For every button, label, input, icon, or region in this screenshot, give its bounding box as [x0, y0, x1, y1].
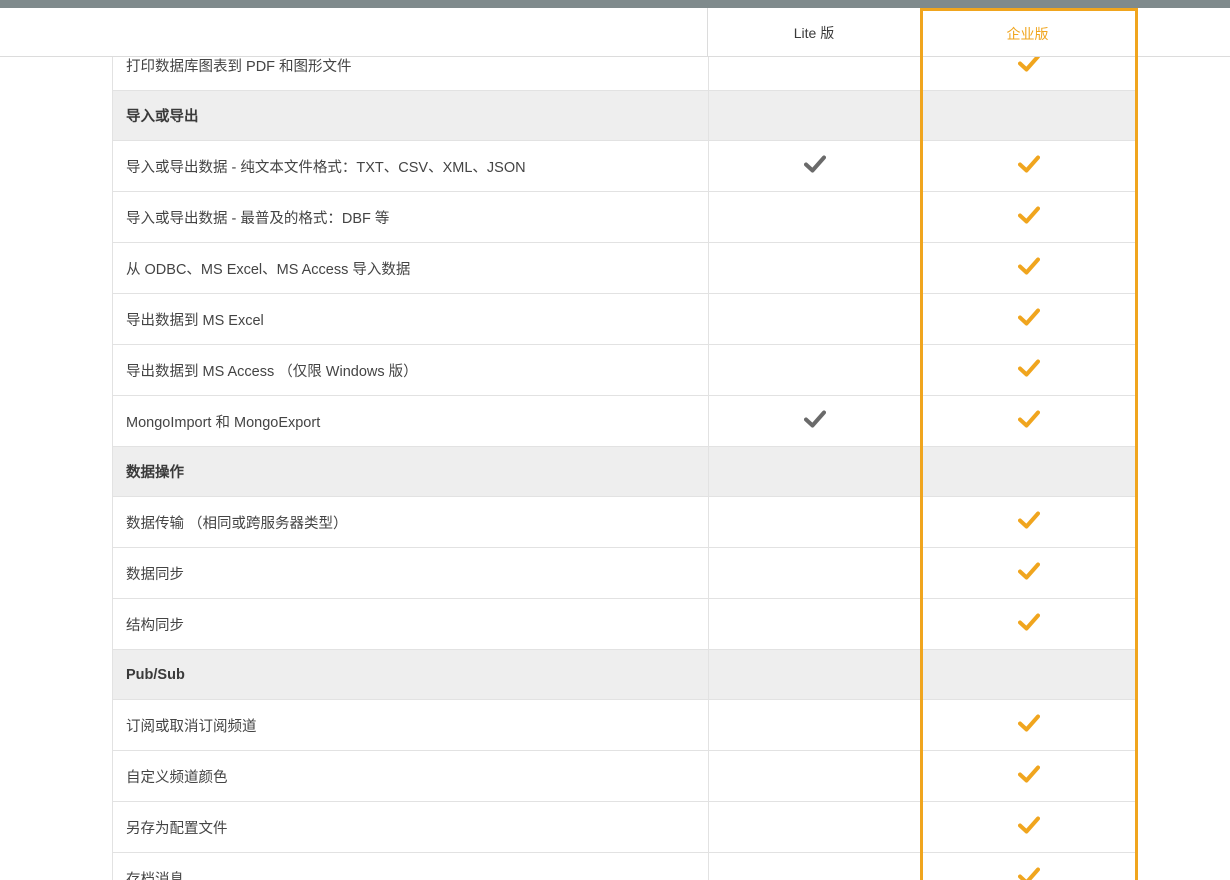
lite-cell — [708, 91, 921, 140]
feature-row: 订阅或取消订阅频道 — [112, 700, 1135, 751]
enterprise-cell — [921, 853, 1135, 880]
lite-cell — [708, 853, 921, 880]
enterprise-cell — [921, 141, 1135, 191]
feature-comparison-table: 打印数据库图表到 PDF 和图形文件 导入或导出 导入或导出数据 - 纯文本文件格式… — [112, 40, 1135, 880]
section-row: 数据操作 — [112, 447, 1135, 497]
enterprise-check-icon — [1017, 359, 1040, 377]
section-title: 导入或导出 — [126, 109, 199, 125]
feature-label: 结构同步 — [126, 617, 184, 634]
feature-row: 从 ODBC、MS Excel、MS Access 导入数据 — [112, 243, 1135, 294]
section-title: Pub/Sub — [126, 666, 185, 683]
lite-cell — [708, 243, 921, 293]
feature-row: 导入或导出数据 - 最普及的格式：DBF 等 — [112, 192, 1135, 243]
feature-label: 导出数据到 MS Excel — [126, 312, 264, 329]
enterprise-cell — [921, 447, 1135, 496]
feature-row: 存档消息 — [112, 853, 1135, 880]
feature-label: 导入或导出数据 - 纯文本文件格式：TXT、CSV、XML、JSON — [126, 159, 526, 176]
feature-row: 数据传输 （相同或跨服务器类型） — [112, 497, 1135, 548]
enterprise-check-icon — [1017, 155, 1040, 173]
column-header-lite: Lite 版 — [707, 8, 920, 57]
feature-row: 导出数据到 MS Access （仅限 Windows 版） — [112, 345, 1135, 396]
lite-cell — [708, 345, 921, 395]
feature-row: 另存为配置文件 — [112, 802, 1135, 853]
feature-row: MongoImport 和 MongoExport — [112, 396, 1135, 447]
lite-cell — [708, 599, 921, 649]
top-bar — [0, 0, 1230, 8]
feature-label: 数据同步 — [126, 566, 184, 583]
lite-cell — [708, 447, 921, 496]
lite-check-icon — [804, 155, 826, 173]
enterprise-check-icon — [1017, 257, 1040, 275]
feature-label: 订阅或取消订阅频道 — [126, 718, 257, 735]
enterprise-check-icon — [1017, 308, 1040, 326]
feature-label: 导出数据到 MS Access （仅限 Windows 版） — [126, 363, 418, 380]
section-row: Pub/Sub — [112, 650, 1135, 700]
enterprise-cell — [921, 599, 1135, 649]
feature-row: 导入或导出数据 - 纯文本文件格式：TXT、CSV、XML、JSON — [112, 141, 1135, 192]
enterprise-check-icon — [1017, 410, 1040, 428]
feature-label: 数据传输 （相同或跨服务器类型） — [126, 515, 348, 532]
enterprise-cell — [921, 751, 1135, 801]
lite-cell — [708, 141, 921, 191]
enterprise-check-icon — [1017, 511, 1040, 529]
lite-cell — [708, 294, 921, 344]
enterprise-check-icon — [1017, 562, 1040, 580]
enterprise-cell — [921, 650, 1135, 699]
column-header-enterprise: 企业版 — [1006, 26, 1049, 42]
feature-label: 另存为配置文件 — [126, 820, 228, 837]
enterprise-cell — [921, 345, 1135, 395]
enterprise-cell — [921, 294, 1135, 344]
feature-label: MongoImport 和 MongoExport — [126, 414, 321, 431]
lite-cell — [708, 700, 921, 750]
enterprise-cell — [921, 243, 1135, 293]
enterprise-check-icon — [1017, 613, 1040, 631]
enterprise-cell — [921, 396, 1135, 446]
enterprise-cell — [921, 192, 1135, 242]
enterprise-check-icon — [1017, 765, 1040, 783]
feature-row: 数据同步 — [112, 548, 1135, 599]
feature-row: 自定义频道颜色 — [112, 751, 1135, 802]
lite-cell — [708, 396, 921, 446]
lite-cell — [708, 497, 921, 547]
enterprise-cell — [921, 91, 1135, 140]
lite-cell — [708, 751, 921, 801]
feature-row: 导出数据到 MS Excel — [112, 294, 1135, 345]
enterprise-cell — [921, 700, 1135, 750]
lite-cell — [708, 192, 921, 242]
feature-label: 导入或导出数据 - 最普及的格式：DBF 等 — [126, 210, 390, 227]
enterprise-check-icon — [1017, 816, 1040, 834]
feature-label: 存档消息 — [126, 871, 184, 880]
feature-label: 自定义频道颜色 — [126, 769, 228, 786]
lite-check-icon — [804, 410, 826, 428]
feature-label: 从 ODBC、MS Excel、MS Access 导入数据 — [126, 261, 411, 278]
section-row: 导入或导出 — [112, 91, 1135, 141]
table-header: Lite 版 企业版 — [0, 8, 1230, 57]
lite-cell — [708, 548, 921, 598]
enterprise-check-icon — [1017, 714, 1040, 732]
lite-cell — [708, 650, 921, 699]
feature-row: 结构同步 — [112, 599, 1135, 650]
enterprise-cell — [921, 497, 1135, 547]
enterprise-check-icon — [1017, 867, 1040, 880]
section-title: 数据操作 — [126, 465, 184, 481]
enterprise-cell — [921, 802, 1135, 852]
lite-cell — [708, 802, 921, 852]
enterprise-cell — [921, 548, 1135, 598]
enterprise-check-icon — [1017, 206, 1040, 224]
